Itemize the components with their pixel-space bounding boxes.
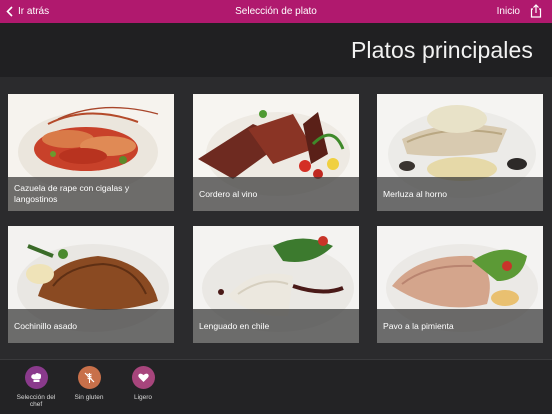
dish-card-merluza[interactable]: Merluza al horno [377, 94, 543, 211]
dish-caption: Merluza al horno [377, 177, 543, 211]
section-header: Platos principales [0, 23, 552, 77]
chef-hat-icon [24, 366, 48, 389]
filter-gluten-free[interactable]: Sin gluten [64, 366, 114, 401]
heart-icon [131, 366, 155, 389]
back-label: Ir atrás [18, 6, 50, 17]
dish-card-cordero[interactable]: Cordero al vino [193, 94, 359, 211]
filter-chef-selection[interactable]: Selección del chef [11, 366, 61, 408]
share-button[interactable] [529, 4, 543, 21]
filter-label: Sin gluten [74, 394, 104, 401]
filter-label: Selección del chef [16, 394, 56, 408]
dish-card-lenguado[interactable]: Lenguado en chile [193, 226, 359, 343]
no-wheat-icon [77, 366, 101, 389]
filter-bar: Selección del chef Sin gluten Ligero [0, 359, 552, 414]
chevron-left-icon [6, 6, 13, 17]
nav-title: Selección de plato [235, 6, 317, 17]
dish-caption: Lenguado en chile [193, 309, 359, 343]
dish-caption: Pavo a la pimienta [377, 309, 543, 343]
page-title: Platos principales [350, 37, 533, 63]
filter-light[interactable]: Ligero [118, 366, 168, 401]
back-button[interactable]: Ir atrás [6, 0, 49, 23]
dish-card-pavo[interactable]: Pavo a la pimienta [377, 226, 543, 343]
dish-caption: Cazuela de rape con cigalas y langostino… [8, 177, 174, 211]
dish-card-cazuela[interactable]: Cazuela de rape con cigalas y langostino… [8, 94, 174, 211]
dish-caption: Cordero al vino [193, 177, 359, 211]
share-icon [530, 4, 542, 18]
filter-label: Ligero [133, 394, 153, 401]
home-link[interactable]: Inicio [497, 6, 520, 17]
top-navigation-bar: Ir atrás Selección de plato Inicio [0, 0, 552, 23]
dish-caption: Cochinillo asado [8, 309, 174, 343]
dish-card-cochinillo[interactable]: Cochinillo asado [8, 226, 174, 343]
